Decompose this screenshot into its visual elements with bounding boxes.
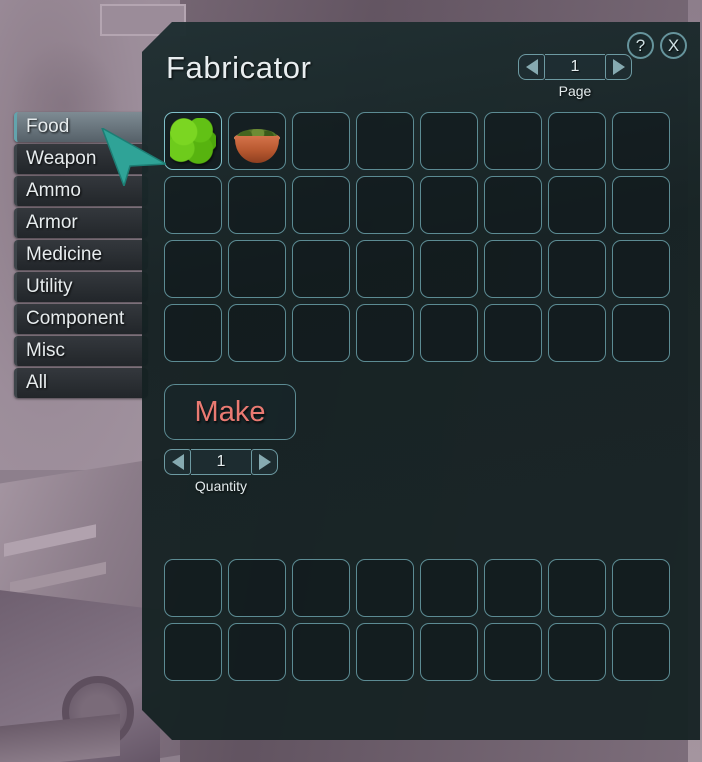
- sidebar-item-weapon[interactable]: Weapon: [14, 144, 148, 174]
- craft-slot-empty[interactable]: [356, 304, 414, 362]
- page-prev-button[interactable]: [518, 54, 545, 80]
- page-next-button[interactable]: [605, 54, 632, 80]
- tab-label: All: [26, 372, 48, 393]
- craft-slot-empty[interactable]: [164, 304, 222, 362]
- inventory-slot-empty[interactable]: [548, 559, 606, 617]
- quantity-decrease-button[interactable]: [164, 449, 191, 475]
- sidebar-item-medicine[interactable]: Medicine: [14, 240, 148, 270]
- page-stepper: 1 Page: [518, 54, 632, 99]
- inventory-slot-empty[interactable]: [228, 559, 286, 617]
- inventory-slot-empty[interactable]: [164, 559, 222, 617]
- quantity-stepper: 1 Quantity: [164, 449, 278, 494]
- inventory-grid: [164, 559, 670, 681]
- craft-slot-empty[interactable]: [420, 112, 478, 170]
- fabricator-window: Fabricator ? X 1 Page Make 1 Quantity: [142, 22, 700, 740]
- sidebar-item-component[interactable]: Component: [14, 304, 148, 334]
- sidebar-item-all[interactable]: All: [14, 368, 148, 398]
- inventory-slot-empty[interactable]: [420, 559, 478, 617]
- inventory-slot-empty[interactable]: [164, 623, 222, 681]
- craft-slot-empty[interactable]: [548, 304, 606, 362]
- craft-slot-empty[interactable]: [612, 176, 670, 234]
- craft-slot-empty[interactable]: [164, 176, 222, 234]
- crafting-grid: [164, 112, 670, 362]
- sidebar-item-ammo[interactable]: Ammo: [14, 176, 148, 206]
- inventory-slot-empty[interactable]: [228, 623, 286, 681]
- make-button[interactable]: Make: [164, 384, 296, 440]
- craft-slot-empty[interactable]: [228, 304, 286, 362]
- triangle-left-icon: [171, 454, 184, 470]
- quantity-label: Quantity: [194, 478, 248, 494]
- close-icon[interactable]: X: [660, 32, 687, 59]
- inventory-slot-empty[interactable]: [484, 623, 542, 681]
- craft-slot-empty[interactable]: [228, 240, 286, 298]
- craft-slot-empty[interactable]: [484, 240, 542, 298]
- quantity-value[interactable]: 1: [191, 449, 251, 475]
- craft-slot-empty[interactable]: [292, 304, 350, 362]
- craft-slot-empty[interactable]: [548, 112, 606, 170]
- tab-label: Weapon: [26, 148, 97, 169]
- salad-bowl-icon: [234, 118, 280, 164]
- quantity-increase-button[interactable]: [251, 449, 278, 475]
- craft-slot-empty[interactable]: [164, 240, 222, 298]
- sidebar-item-armor[interactable]: Armor: [14, 208, 148, 238]
- lettuce-icon: [170, 118, 216, 164]
- page-value[interactable]: 1: [545, 54, 605, 80]
- tab-label: Component: [26, 308, 125, 329]
- craft-slot-empty[interactable]: [420, 240, 478, 298]
- craft-slot-empty[interactable]: [228, 176, 286, 234]
- craft-slot-empty[interactable]: [420, 304, 478, 362]
- inventory-slot-empty[interactable]: [356, 623, 414, 681]
- craft-slot-empty[interactable]: [548, 240, 606, 298]
- craft-slot-item[interactable]: [228, 112, 286, 170]
- craft-slot-empty[interactable]: [484, 112, 542, 170]
- page-label: Page: [558, 83, 592, 99]
- craft-slot-empty[interactable]: [484, 304, 542, 362]
- tab-label: Armor: [26, 212, 78, 233]
- page-title: Fabricator: [166, 50, 312, 85]
- sidebar-item-food[interactable]: Food: [14, 112, 148, 142]
- sidebar-item-utility[interactable]: Utility: [14, 272, 148, 302]
- category-tab-list: Food Weapon Ammo Armor Medicine Utility …: [14, 112, 148, 400]
- inventory-slot-empty[interactable]: [612, 559, 670, 617]
- craft-slot-empty[interactable]: [356, 176, 414, 234]
- tab-label: Medicine: [26, 244, 103, 265]
- craft-slot-empty[interactable]: [292, 176, 350, 234]
- craft-slot-empty[interactable]: [356, 112, 414, 170]
- triangle-right-icon: [612, 59, 625, 75]
- inventory-slot-empty[interactable]: [612, 623, 670, 681]
- craft-slot-item[interactable]: [164, 112, 222, 170]
- craft-slot-empty[interactable]: [484, 176, 542, 234]
- craft-slot-empty[interactable]: [292, 112, 350, 170]
- tab-label: Food: [26, 116, 70, 137]
- craft-slot-empty[interactable]: [612, 112, 670, 170]
- tab-label: Misc: [26, 340, 66, 361]
- craft-slot-empty[interactable]: [548, 176, 606, 234]
- craft-slot-empty[interactable]: [612, 304, 670, 362]
- inventory-slot-empty[interactable]: [484, 559, 542, 617]
- craft-slot-empty[interactable]: [292, 240, 350, 298]
- inventory-slot-empty[interactable]: [292, 623, 350, 681]
- triangle-right-icon: [258, 454, 271, 470]
- triangle-left-icon: [525, 59, 538, 75]
- inventory-slot-empty[interactable]: [548, 623, 606, 681]
- inventory-slot-empty[interactable]: [420, 623, 478, 681]
- craft-slot-empty[interactable]: [612, 240, 670, 298]
- sidebar-item-misc[interactable]: Misc: [14, 336, 148, 366]
- tab-label: Ammo: [26, 180, 81, 201]
- game-screen: Food Weapon Ammo Armor Medicine Utility …: [0, 0, 702, 762]
- craft-slot-empty[interactable]: [420, 176, 478, 234]
- craft-slot-empty[interactable]: [356, 240, 414, 298]
- inventory-slot-empty[interactable]: [292, 559, 350, 617]
- inventory-slot-empty[interactable]: [356, 559, 414, 617]
- tab-label: Utility: [26, 276, 73, 297]
